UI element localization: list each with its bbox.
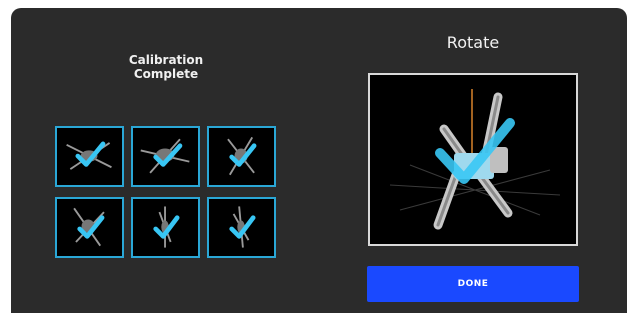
- drone-thumbnail-icon: [153, 206, 180, 248]
- drone-thumbnail-icon: [229, 206, 256, 248]
- orientation-cell-3: [207, 126, 276, 187]
- orientation-cell-1: [55, 126, 124, 187]
- drone-thumbnail-icon: [66, 141, 112, 170]
- orientation-cell-4: [55, 197, 124, 258]
- drone-thumbnail-icon: [73, 207, 105, 247]
- rotate-title: Rotate: [446, 33, 500, 52]
- drone-thumbnail-icon: [140, 138, 190, 174]
- orientation-cell-2: [131, 126, 200, 187]
- calibration-status-title: Calibration Complete: [128, 53, 204, 81]
- orientation-cell-6: [207, 197, 276, 258]
- drone-3d-model-icon: [389, 89, 561, 230]
- orientation-cell-5: [131, 197, 200, 258]
- done-button[interactable]: DONE: [367, 266, 579, 302]
- rotation-preview: [368, 73, 578, 246]
- drone-thumbnail-icon: [227, 136, 257, 176]
